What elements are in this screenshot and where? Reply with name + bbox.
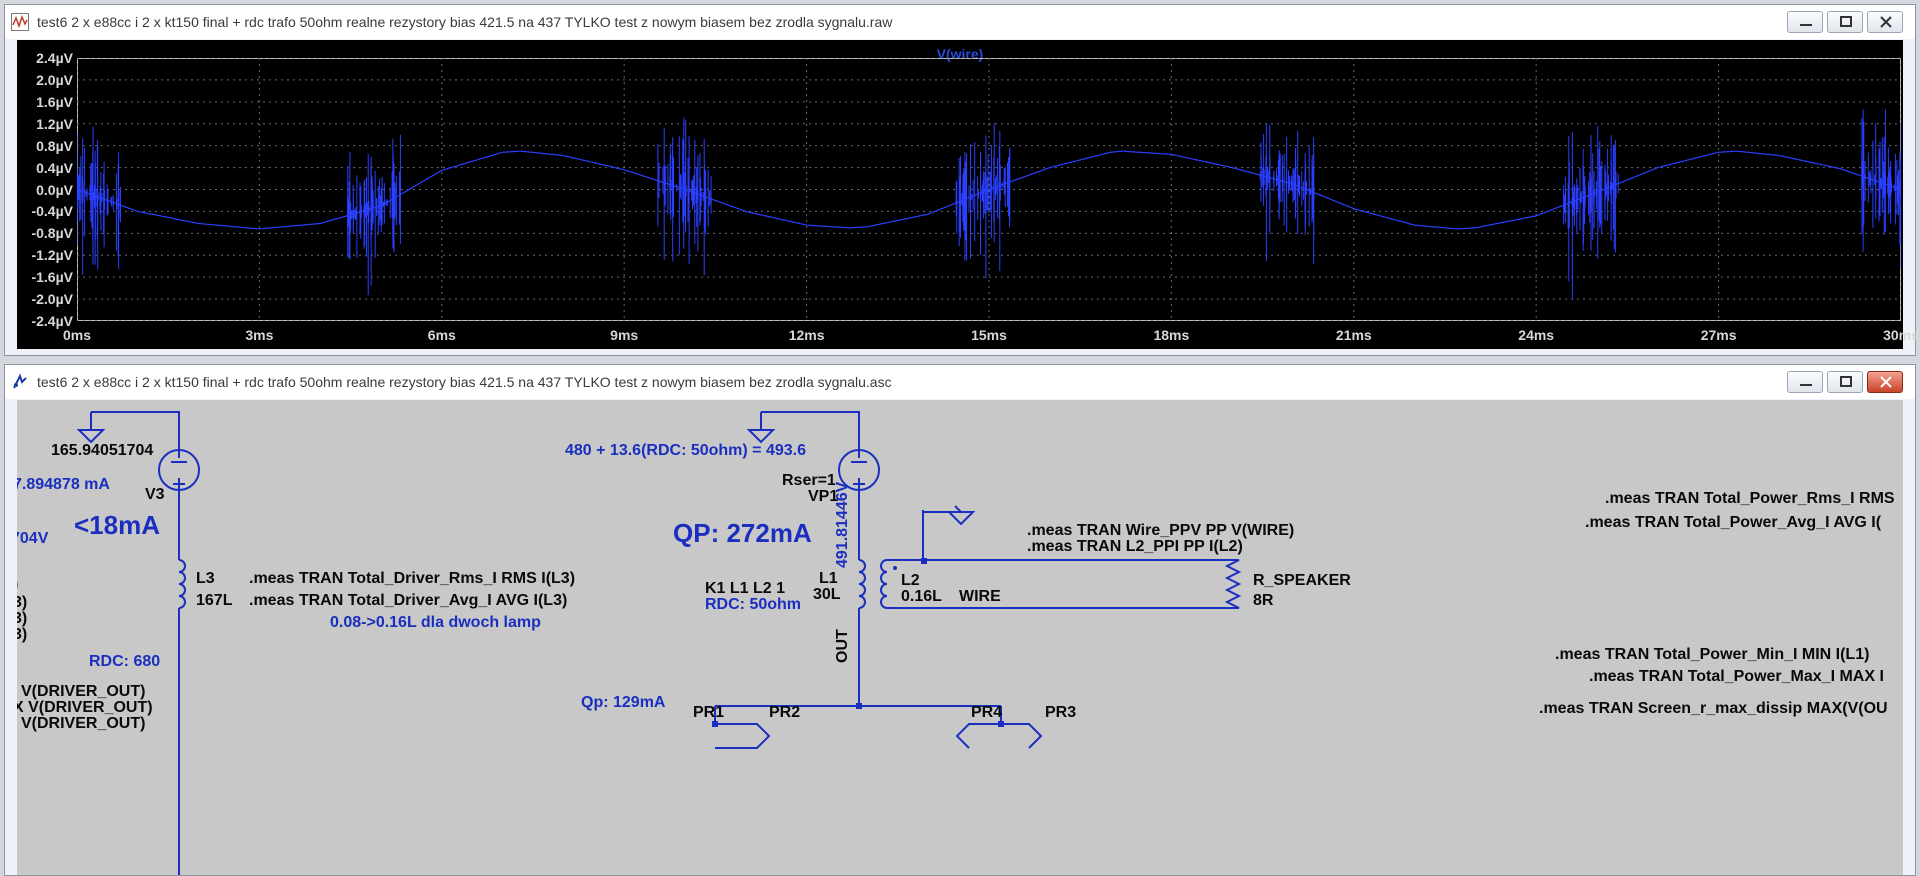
qp-129: Qp: 129mA: [581, 694, 666, 711]
waveform-icon: [11, 13, 29, 31]
meas-power-min[interactable]: .meas TRAN Total_Power_Min_I MIN I(L1): [1555, 646, 1869, 664]
rdc-680: RDC: 680: [89, 653, 161, 670]
trace-noise-burst: [657, 117, 712, 276]
x-tick-label: 30ms: [1883, 327, 1919, 343]
maximize-button[interactable]: [1827, 371, 1863, 393]
y-tick-label: 0.0µV: [36, 181, 73, 198]
schematic-window-title: test6 2 x e88cc i 2 x kt150 final + rdc …: [37, 374, 892, 390]
close-icon: [1880, 16, 1892, 28]
trace-noise-burst: [77, 126, 121, 275]
minimize-button[interactable]: [1787, 371, 1823, 393]
trace-noise-burst: [1563, 126, 1619, 300]
wire-net-label[interactable]: WIRE: [959, 588, 1001, 606]
minimize-button[interactable]: [1787, 11, 1823, 33]
close-button[interactable]: [1867, 11, 1903, 33]
l1-value[interactable]: 30L: [813, 586, 841, 604]
v3-current: 7.894878 mA: [17, 476, 110, 493]
y-tick-label: 1.6µV: [36, 93, 73, 110]
plot-canvas: [77, 58, 1901, 321]
schematic-wires: [76, 411, 1242, 875]
inductance-note: 0.08->0.16L dla dwoch lamp: [330, 614, 541, 631]
y-tick-label: 2.0µV: [36, 71, 73, 88]
waveform-window-title: test6 2 x e88cc i 2 x kt150 final + rdc …: [37, 14, 893, 30]
schematic-icon: [13, 373, 27, 389]
paren-fragment-1: ): [17, 576, 18, 594]
rspeaker-value[interactable]: 8R: [1253, 592, 1273, 610]
v3-value[interactable]: 165.94051704: [51, 442, 153, 460]
waveform-titlebar[interactable]: test6 2 x e88cc i 2 x kt150 final + rdc …: [5, 5, 1915, 39]
schematic-titlebar[interactable]: test6 2 x e88cc i 2 x kt150 final + rdc …: [5, 365, 1915, 399]
l3-value[interactable]: 167L: [196, 592, 232, 610]
meas-driver-rms[interactable]: .meas TRAN Total_Driver_Rms_I RMS I(L3): [249, 570, 575, 588]
schematic-canvas[interactable]: 165.94051704 7.894878 mA V3 <18mA 704V )…: [17, 400, 1903, 875]
maximize-icon: [1840, 16, 1852, 27]
vp1-value[interactable]: 480 + 13.6(RDC: 50ohm) = 493.6: [565, 442, 806, 460]
y-tick-label: 2.4µV: [36, 50, 73, 66]
maximize-icon: [1840, 376, 1852, 387]
minimize-icon: [1800, 384, 1812, 386]
x-tick-label: 12ms: [788, 327, 825, 343]
pr2-label[interactable]: PR2: [769, 704, 800, 722]
meas-l2[interactable]: .meas TRAN L2_PPI PP I(L2): [1027, 538, 1243, 556]
pr1-label[interactable]: PR1: [693, 704, 724, 722]
trace-noise-burst: [1259, 123, 1315, 264]
y-tick-label: -0.8µV: [31, 225, 73, 242]
current-note: <18mA: [74, 510, 160, 540]
minimize-icon: [1800, 24, 1812, 26]
x-tick-label: 6ms: [427, 327, 456, 343]
out-label[interactable]: OUT: [834, 629, 852, 663]
meas-screen[interactable]: .meas TRAN Screen_r_max_dissip MAX(V(OU: [1539, 700, 1888, 718]
x-tick-label: 21ms: [1335, 327, 1372, 343]
x-tick-label: 9ms: [610, 327, 639, 343]
qp-note: QP: 272mA: [673, 518, 812, 548]
meas-power-avg[interactable]: .meas TRAN Total_Power_Avg_I AVG I(: [1585, 514, 1881, 532]
x-tick-label: 27ms: [1700, 327, 1737, 343]
y-tick-label: -1.6µV: [31, 269, 73, 286]
close-icon: [1880, 376, 1892, 388]
meas-power-rms[interactable]: .meas TRAN Total_Power_Rms_I RMS: [1605, 490, 1895, 508]
waveform-window: test6 2 x e88cc i 2 x kt150 final + rdc …: [4, 4, 1919, 356]
meas-power-max[interactable]: .meas TRAN Total_Power_Max_I MAX I: [1589, 668, 1884, 686]
rspeaker-name[interactable]: R_SPEAKER: [1253, 572, 1351, 590]
y-tick-label: 0.8µV: [36, 137, 73, 154]
trace-noise-burst: [347, 134, 401, 296]
l3-name[interactable]: L3: [196, 570, 215, 588]
pr3-label[interactable]: PR3: [1045, 704, 1076, 722]
driver-out-3[interactable]: V(DRIVER_OUT): [21, 715, 145, 733]
maximize-button[interactable]: [1827, 11, 1863, 33]
rdc-50ohm: RDC: 50ohm: [705, 596, 802, 613]
y-tick-label: 0.4µV: [36, 159, 73, 176]
v3-name[interactable]: V3: [145, 486, 165, 504]
close-button[interactable]: [1867, 371, 1903, 393]
schematic-window: test6 2 x e88cc i 2 x kt150 final + rdc …: [4, 364, 1916, 876]
x-tick-label: 3ms: [245, 327, 274, 343]
x-tick-label: 15ms: [971, 327, 1007, 343]
meas-driver-avg[interactable]: .meas TRAN Total_Driver_Avg_I AVG I(L3): [249, 592, 567, 610]
voltage-fragment: 704V: [17, 530, 49, 547]
x-tick-label: 0ms: [62, 327, 92, 343]
trace-noise-burst: [1861, 109, 1901, 268]
l2-value[interactable]: 0.16L: [901, 588, 942, 606]
paren-fragment-4: 3): [17, 626, 28, 643]
pr4-label[interactable]: PR4: [971, 704, 1002, 722]
vp1-node-voltage: 491.81446V: [834, 481, 851, 568]
y-tick-label: -1.2µV: [31, 247, 73, 264]
y-tick-label: -0.4µV: [31, 203, 73, 220]
x-tick-label: 24ms: [1518, 327, 1555, 343]
x-tick-label: 18ms: [1153, 327, 1190, 343]
waveform-plot[interactable]: V(wire) 2.4µV 2.0µV 1.6µV 1.2µV 0.8µV 0.4µV 0.…: [17, 40, 1919, 349]
y-tick-label: 1.2µV: [36, 115, 73, 132]
y-tick-label: -2.0µV: [31, 291, 73, 308]
